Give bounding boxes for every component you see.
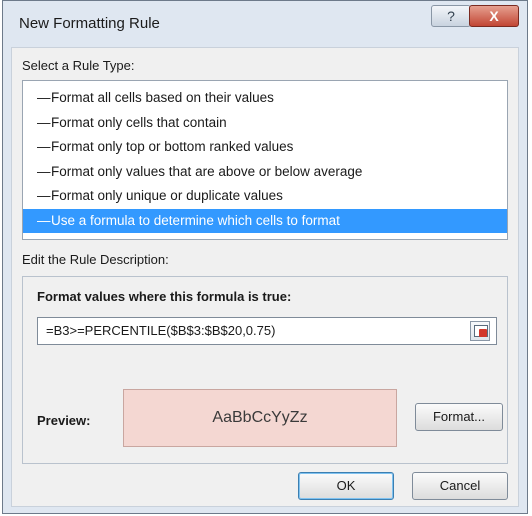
rule-type-label: Select a Rule Type:: [22, 58, 135, 73]
rule-type-item[interactable]: —Format only unique or duplicate values: [23, 184, 507, 209]
rule-type-item-label: Format only values that are above or bel…: [51, 163, 363, 179]
rule-type-item[interactable]: —Format only top or bottom ranked values: [23, 135, 507, 160]
rule-type-item-label: Use a formula to determine which cells t…: [51, 212, 340, 228]
format-button[interactable]: Format...: [415, 403, 503, 431]
new-formatting-rule-dialog: New Formatting Rule ? X Select a Rule Ty…: [2, 0, 528, 514]
selection-arrow-glyph: [479, 329, 487, 337]
format-preview: AaBbCcYyZz: [123, 389, 397, 447]
rule-type-item-label: Format only cells that contain: [51, 114, 227, 130]
range-selector-icon[interactable]: [470, 321, 490, 341]
window-title: New Formatting Rule: [19, 15, 160, 32]
preview-label: Preview:: [37, 413, 91, 428]
rule-type-item[interactable]: —Format only values that are above or be…: [23, 160, 507, 185]
list-arrow-icon: —: [37, 114, 51, 130]
rule-type-item-label: Format all cells based on their values: [51, 90, 274, 105]
list-arrow-icon: —: [37, 212, 51, 228]
preview-sample-text: AaBbCcYyZz: [212, 409, 308, 426]
rule-description-panel: Format values where this formula is true…: [22, 276, 508, 464]
ok-button[interactable]: OK: [298, 472, 394, 500]
dialog-body: Select a Rule Type: —Format all cells ba…: [11, 47, 519, 507]
rule-description-label: Edit the Rule Description:: [22, 252, 169, 267]
rule-type-item-label: Format only unique or duplicate values: [51, 188, 283, 203]
title-bar: New Formatting Rule ? X: [3, 1, 527, 47]
help-button[interactable]: ?: [431, 5, 471, 27]
rule-type-list[interactable]: —Format all cells based on their values …: [22, 80, 508, 240]
list-arrow-icon: —: [37, 163, 51, 179]
list-arrow-icon: —: [37, 90, 51, 105]
cancel-button[interactable]: Cancel: [412, 472, 508, 500]
rule-type-item-label: Format only top or bottom ranked values: [51, 139, 294, 154]
rule-type-item[interactable]: —Format only cells that contain: [23, 111, 507, 136]
formula-label: Format values where this formula is true…: [37, 289, 292, 304]
rule-type-item[interactable]: —Format all cells based on their values: [23, 86, 507, 111]
formula-input[interactable]: =B3>=PERCENTILE($B$3:$B$20,0.75): [37, 317, 497, 345]
list-arrow-icon: —: [37, 139, 51, 154]
list-arrow-icon: —: [37, 188, 51, 203]
rule-type-item-selected[interactable]: —Use a formula to determine which cells …: [23, 208, 507, 233]
formula-value: =B3>=PERCENTILE($B$3:$B$20,0.75): [46, 323, 276, 338]
close-button[interactable]: X: [469, 5, 519, 27]
